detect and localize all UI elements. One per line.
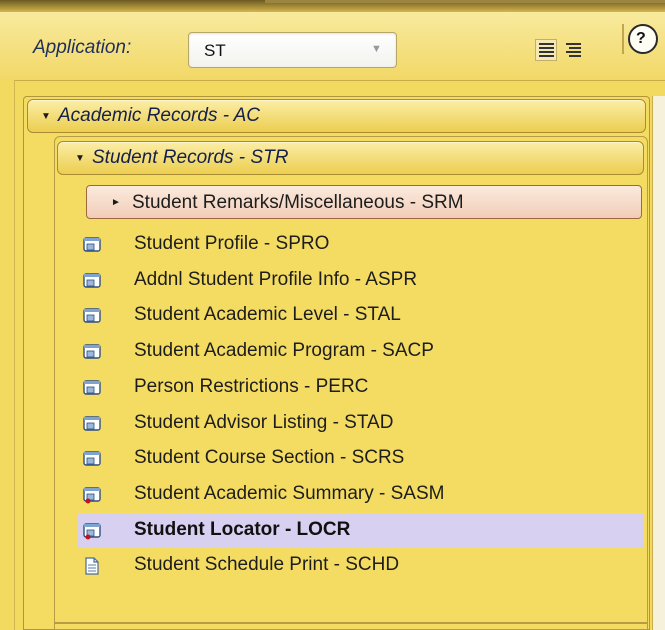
menu-item[interactable]: Student Course Section - SCRS (78, 441, 644, 475)
left-edge (0, 80, 15, 630)
triangle-right-icon: ► (111, 197, 121, 208)
right-panel (652, 96, 665, 630)
form-icon (83, 272, 101, 290)
menu-item[interactable]: Student Schedule Print - SCHD (78, 548, 644, 582)
chevron-down-icon: ▼ (371, 43, 382, 55)
menu-item-label: Student Academic Program - SACP (134, 340, 434, 362)
menu-item[interactable]: Addnl Student Profile Info - ASPR (78, 263, 644, 297)
application-select[interactable]: ST ▼ (188, 32, 397, 68)
menu-item[interactable]: Student Profile - SPRO (78, 227, 644, 261)
tree-node-student-remarks[interactable]: ► Student Remarks/Miscellaneous - SRM (86, 185, 642, 219)
menu-item-label: Addnl Student Profile Info - ASPR (134, 268, 418, 290)
justify-left-icon[interactable] (535, 39, 557, 61)
form-icon (83, 236, 101, 254)
justify-right-icon[interactable] (562, 39, 584, 61)
menu-item[interactable]: Student Academic Summary - SASM (78, 477, 644, 511)
document-icon (83, 557, 101, 575)
tree-node-label: Student Remarks/Miscellaneous - SRM (132, 192, 464, 213)
menu-item[interactable]: Student Academic Level - STAL (78, 298, 644, 332)
form-icon (83, 343, 101, 361)
menu-item[interactable]: Student Advisor Listing - STAD (78, 406, 644, 440)
menu-item-label: Student Profile - SPRO (134, 233, 330, 254)
menu-item-label: Student Academic Level - STAL (134, 304, 401, 326)
menu-item-label: Student Advisor Listing - STAD (134, 411, 394, 433)
menu-item-label: Person Restrictions - PERC (134, 375, 369, 397)
triangle-down-icon: ▼ (41, 111, 51, 122)
help-icon[interactable]: ? (628, 24, 658, 54)
tree-node-label: Student Records - STR (92, 147, 289, 168)
tree-node-student-records[interactable]: ▼ Student Records - STR (57, 141, 644, 175)
toolbar-separator (622, 24, 624, 54)
group-bottom-border (54, 622, 648, 624)
menu-item[interactable]: Student Academic Program - SACP (78, 334, 644, 368)
menu-item-label: Student Course Section - SCRS (134, 447, 405, 469)
tree-node-label: Academic Records - AC (58, 105, 261, 126)
application-select-value: ST (204, 41, 226, 60)
form-alert-icon (83, 486, 101, 504)
menu-item-label: Student Locator - LOCR (134, 518, 351, 540)
application-label: Application: (33, 37, 132, 58)
menu-item[interactable]: Person Restrictions - PERC (78, 370, 644, 404)
form-icon (83, 415, 101, 433)
window-top-line (265, 0, 665, 3)
form-icon (83, 379, 101, 397)
triangle-down-icon: ▼ (75, 153, 85, 164)
tree-node-academic-records[interactable]: ▼ Academic Records - AC (27, 99, 646, 133)
form-alert-icon (83, 522, 101, 540)
form-icon (83, 450, 101, 468)
menu-item-label: Student Academic Summary - SASM (134, 482, 445, 504)
menu-item-label: Student Schedule Print - SCHD (134, 554, 400, 576)
form-icon (83, 307, 101, 325)
menu-item[interactable]: Student Locator - LOCR (78, 512, 644, 547)
toolbar: Application: ST ▼ ? (0, 12, 665, 81)
